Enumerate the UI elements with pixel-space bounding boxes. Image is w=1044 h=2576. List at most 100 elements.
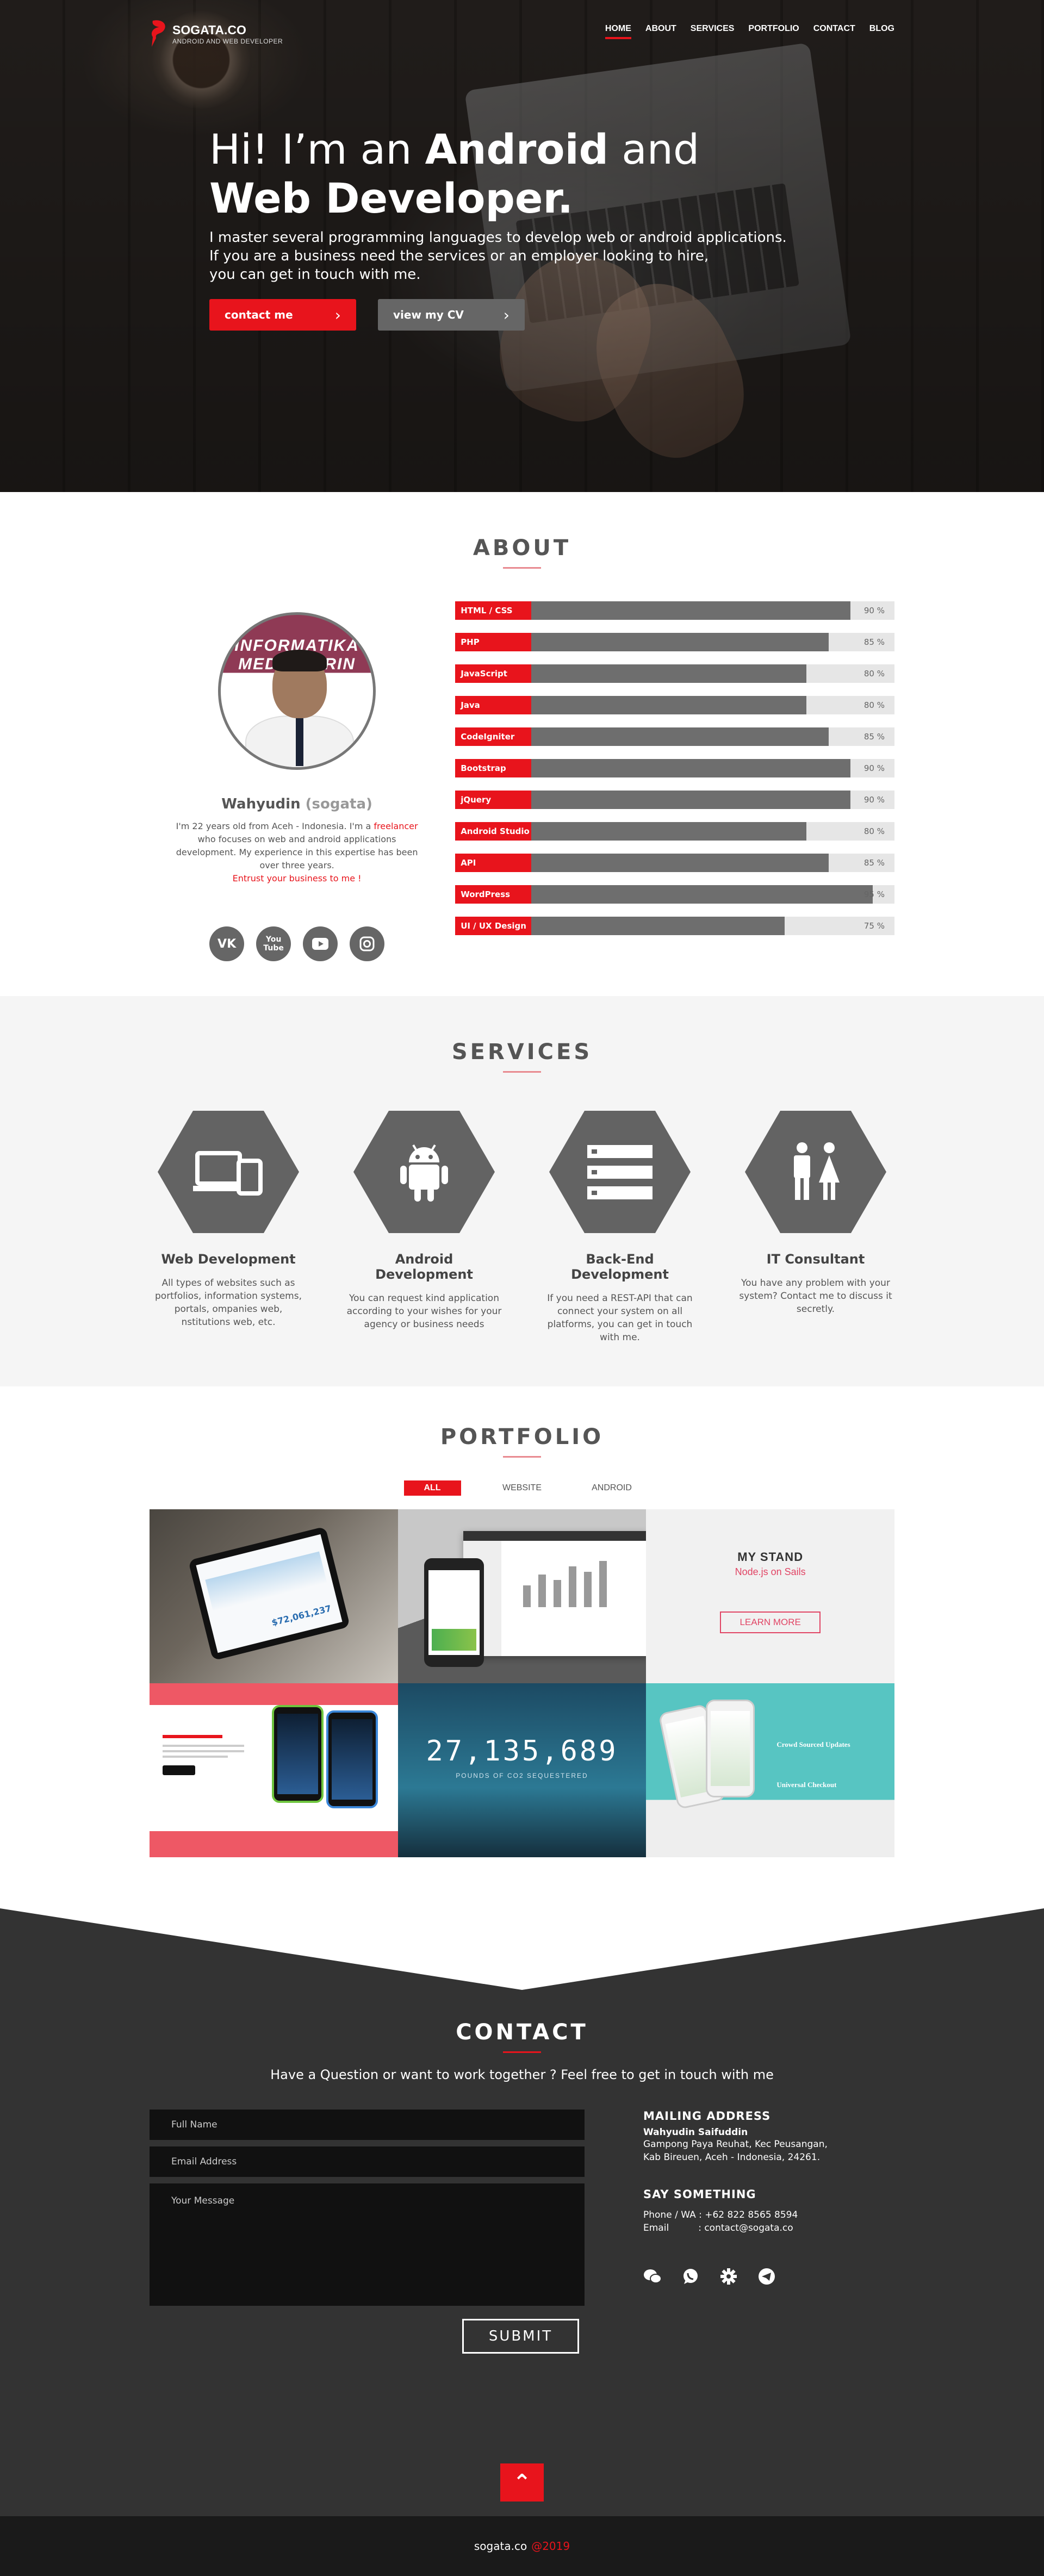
nav-services[interactable]: SERVICES <box>691 24 735 39</box>
contact-section: CONTACT Have a Question or want to work … <box>0 1908 1044 2516</box>
hero-section: SOGATA.CO ANDROID AND WEB DEVELOPER HOME… <box>0 0 1044 492</box>
skill-percent: 95 % <box>863 889 885 899</box>
skill-percent: 85 % <box>863 732 885 742</box>
nav-about[interactable]: ABOUT <box>645 24 676 39</box>
skill-bar: JavaScript 80 % <box>455 664 894 683</box>
services-title: SERVICES <box>451 1040 593 1065</box>
skill-bar: jQuery 90 % <box>455 791 894 809</box>
contact-lead: Have a Question or want to work together… <box>270 2067 774 2082</box>
youtube-old-icon[interactable]: You Tube <box>256 926 291 961</box>
contact-me-button[interactable]: contact me › <box>209 299 356 331</box>
nav-portfolio[interactable]: PORTFOLIO <box>748 24 799 39</box>
skill-label: JavaScript <box>455 664 532 683</box>
skill-bar: HTML / CSS 90 % <box>455 601 894 620</box>
services-section: SERVICES Web Development All types of we… <box>0 996 1044 1386</box>
view-cv-button[interactable]: view my CV › <box>378 299 525 331</box>
portfolio-item[interactable]: Crowd Sourced Updates Universal Checkout <box>646 1683 894 1857</box>
nav-contact[interactable]: CONTACT <box>813 24 855 39</box>
brand-tagline: ANDROID AND WEB DEVELOPER <box>172 37 283 45</box>
footer: sogata.co @2019 <box>0 2516 1044 2576</box>
portfolio-section: PORTFOLIO ALL WEBSITE ANDROID $72,061,23… <box>0 1386 1044 1908</box>
skill-label: jQuery <box>455 791 532 809</box>
skill-label: Bootstrap <box>455 759 532 777</box>
footer-year: @2019 <box>531 2540 570 2553</box>
profile-bio: I'm 22 years old from Aceh - Indonesia. … <box>176 821 418 883</box>
entrust-text: Entrust your business to me ! <box>232 873 362 883</box>
contact-info: MAILING ADDRESS Wahyudin Saifuddin Gampo… <box>643 2110 828 2354</box>
learn-more-button[interactable]: LEARN MORE <box>720 1611 821 1633</box>
vk-icon[interactable]: VK <box>209 926 245 961</box>
profile-name: Wahyudin (sogata) <box>221 796 372 812</box>
message-field[interactable]: Your Message <box>150 2183 585 2306</box>
freelancer-link[interactable]: freelancer <box>374 821 418 831</box>
portfolio-item[interactable] <box>397 1509 647 1683</box>
contact-form: Full Name Email Address Your Message SUB… <box>150 2110 585 2354</box>
service-back-end-development: Back-End Development If you need a REST-… <box>541 1111 699 1344</box>
nav-home[interactable]: HOME <box>605 24 631 39</box>
skill-percent: 90 % <box>863 795 885 805</box>
portfolio-filters: ALL WEBSITE ANDROID <box>150 1480 894 1496</box>
skill-label: WordPress <box>455 885 532 904</box>
contact-title: CONTACT <box>456 2020 588 2045</box>
portfolio-item[interactable] <box>150 1683 398 1857</box>
contact-icons <box>643 2267 828 2286</box>
skill-percent: 75 % <box>863 921 885 931</box>
skill-label: HTML / CSS <box>455 601 532 620</box>
logo-icon <box>150 18 168 49</box>
footer-site: sogata.co <box>474 2540 527 2553</box>
gear-icon[interactable] <box>719 2267 738 2286</box>
nav-blog[interactable]: BLOG <box>869 24 894 39</box>
skill-bar: PHP 85 % <box>455 633 894 651</box>
skill-percent: 80 % <box>863 826 885 836</box>
logo[interactable]: SOGATA.CO ANDROID AND WEB DEVELOPER <box>150 18 283 49</box>
server-icon <box>549 1111 691 1233</box>
service-it-consultant: IT Consultant You have any problem with … <box>737 1111 894 1344</box>
profile-card: INFORMATIKA MEDIA JARIN Wahyudin (sogata… <box>150 601 444 961</box>
filter-all[interactable]: ALL <box>403 1480 461 1496</box>
devices-icon <box>158 1111 299 1233</box>
skill-bar: UI / UX Design 75 % <box>455 917 894 935</box>
android-icon <box>353 1111 495 1233</box>
email-field[interactable]: Email Address <box>150 2146 585 2177</box>
filter-android[interactable]: ANDROID <box>583 1480 641 1496</box>
skill-percent: 80 % <box>863 700 885 710</box>
double-chevron-up-icon: ⌃ <box>513 2470 531 2495</box>
filter-website[interactable]: WEBSITE <box>494 1480 551 1496</box>
hero-heading: Hi! I’m an Android and Web Developer. <box>209 125 700 222</box>
telegram-icon[interactable] <box>757 2267 776 2286</box>
social-links: VK You Tube <box>150 926 444 961</box>
skill-bar: Java 80 % <box>455 696 894 714</box>
skill-label: Java <box>455 696 532 714</box>
skill-label: UI / UX Design <box>455 917 532 935</box>
chevron-right-icon: › <box>334 306 341 324</box>
portfolio-item[interactable]: MY STAND Node.js on Sails LEARN MORE <box>646 1509 894 1683</box>
submit-button[interactable]: SUBMIT <box>462 2319 579 2354</box>
skill-percent: 85 % <box>863 637 885 647</box>
skill-label: CodeIgniter <box>455 727 532 746</box>
skill-label: PHP <box>455 633 532 651</box>
brand-name: SOGATA.CO <box>172 22 246 37</box>
full-name-field[interactable]: Full Name <box>150 2110 585 2140</box>
youtube-icon[interactable] <box>303 926 338 961</box>
whatsapp-icon[interactable] <box>681 2267 700 2286</box>
skill-percent: 80 % <box>863 669 885 679</box>
skill-bar: API 85 % <box>455 854 894 872</box>
service-android-development: Android Development You can request kind… <box>345 1111 503 1344</box>
top-navbar: SOGATA.CO ANDROID AND WEB DEVELOPER HOME… <box>0 0 1044 60</box>
back-to-top-button[interactable]: ⌃ <box>500 2463 544 2502</box>
skill-bar: WordPress 95 % <box>455 885 894 904</box>
portfolio-grid: $72,061,237 MY STAND Node.js on Sails LE… <box>150 1509 894 1857</box>
main-menu: HOME ABOUT SERVICES PORTFOLIO CONTACT BL… <box>605 24 894 39</box>
instagram-icon[interactable] <box>350 926 385 961</box>
skill-label: Android Studio <box>455 822 532 841</box>
skill-bar: CodeIgniter 85 % <box>455 727 894 746</box>
chevron-right-icon: › <box>503 306 509 324</box>
skill-bar: Android Studio 80 % <box>455 822 894 841</box>
people-icon <box>745 1111 886 1233</box>
skill-percent: 90 % <box>863 606 885 615</box>
portfolio-item[interactable]: 27,135,689 POUNDS OF CO2 SEQUESTERED <box>397 1683 647 1857</box>
about-title: ABOUT <box>473 536 571 561</box>
wechat-icon[interactable] <box>643 2267 662 2286</box>
portfolio-item[interactable]: $72,061,237 <box>150 1509 398 1683</box>
skill-percent: 85 % <box>863 858 885 868</box>
